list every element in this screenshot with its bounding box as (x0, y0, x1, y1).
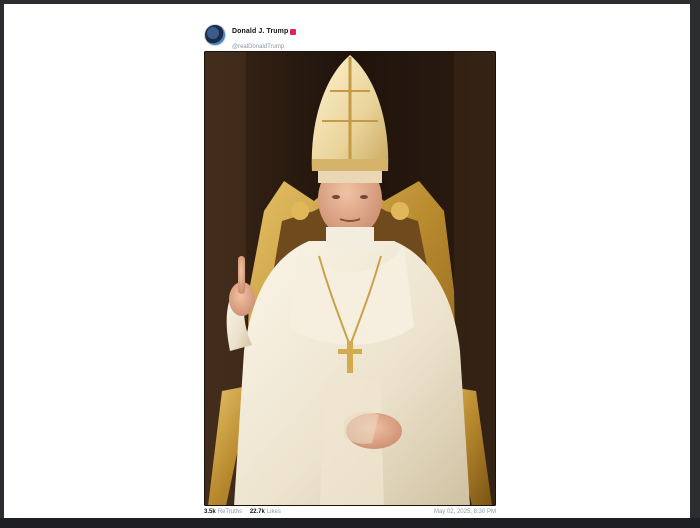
bottom-bar (0, 518, 700, 528)
likes-count: 22.7k (249, 509, 265, 515)
social-post: Donald J. Trump @realDonaldTrump 3.5k Re… (204, 22, 496, 515)
avatar[interactable] (204, 24, 226, 46)
retruths-stat[interactable]: 3.5k ReTruths (204, 509, 242, 515)
likes-label: Likes (266, 509, 281, 515)
retruths-count: 3.5k (204, 509, 216, 515)
author-display-name[interactable]: Donald J. Trump (232, 28, 288, 35)
verified-badge-icon (290, 28, 297, 35)
author-handle[interactable]: @realDonaldTrump (232, 44, 296, 50)
post-image[interactable] (204, 51, 496, 506)
papal-portrait-illustration (204, 51, 496, 506)
screenshot-frame: Donald J. Trump @realDonaldTrump 3.5k Re… (4, 4, 690, 518)
author-block: Donald J. Trump @realDonaldTrump (232, 23, 297, 50)
likes-stat[interactable]: 22.7k Likes (250, 509, 281, 515)
retruths-label: ReTruths (217, 509, 243, 515)
post-header: Donald J. Trump @realDonaldTrump (204, 22, 496, 50)
post-timestamp[interactable]: May 02, 2025, 8:30 PM (434, 509, 496, 515)
